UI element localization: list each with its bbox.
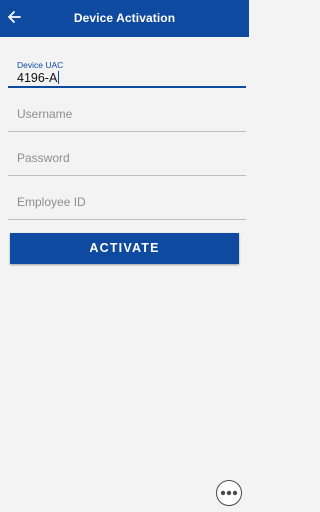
more-horizontal-icon [220, 490, 238, 496]
employee-id-underline [8, 219, 246, 220]
username-underline [8, 131, 246, 132]
app-bar: Device Activation [0, 0, 249, 37]
username-placeholder: Username [17, 107, 73, 121]
activate-button[interactable]: ACTIVATE [10, 233, 239, 264]
employee-id-field[interactable]: Employee ID [8, 178, 246, 220]
more-button[interactable] [216, 480, 242, 506]
password-underline [8, 175, 246, 176]
username-field[interactable]: Username [8, 90, 246, 132]
page-title: Device Activation [73, 11, 176, 25]
password-field[interactable]: Password [8, 134, 246, 176]
device-uac-field[interactable]: Device UAC 4196-A [8, 46, 246, 88]
employee-id-placeholder: Employee ID [17, 195, 86, 209]
device-uac-value: 4196-A [17, 71, 60, 85]
device-uac-underline [8, 86, 246, 88]
text-caret [58, 71, 60, 84]
device-uac-label: Device UAC [17, 60, 64, 70]
password-placeholder: Password [17, 151, 70, 165]
